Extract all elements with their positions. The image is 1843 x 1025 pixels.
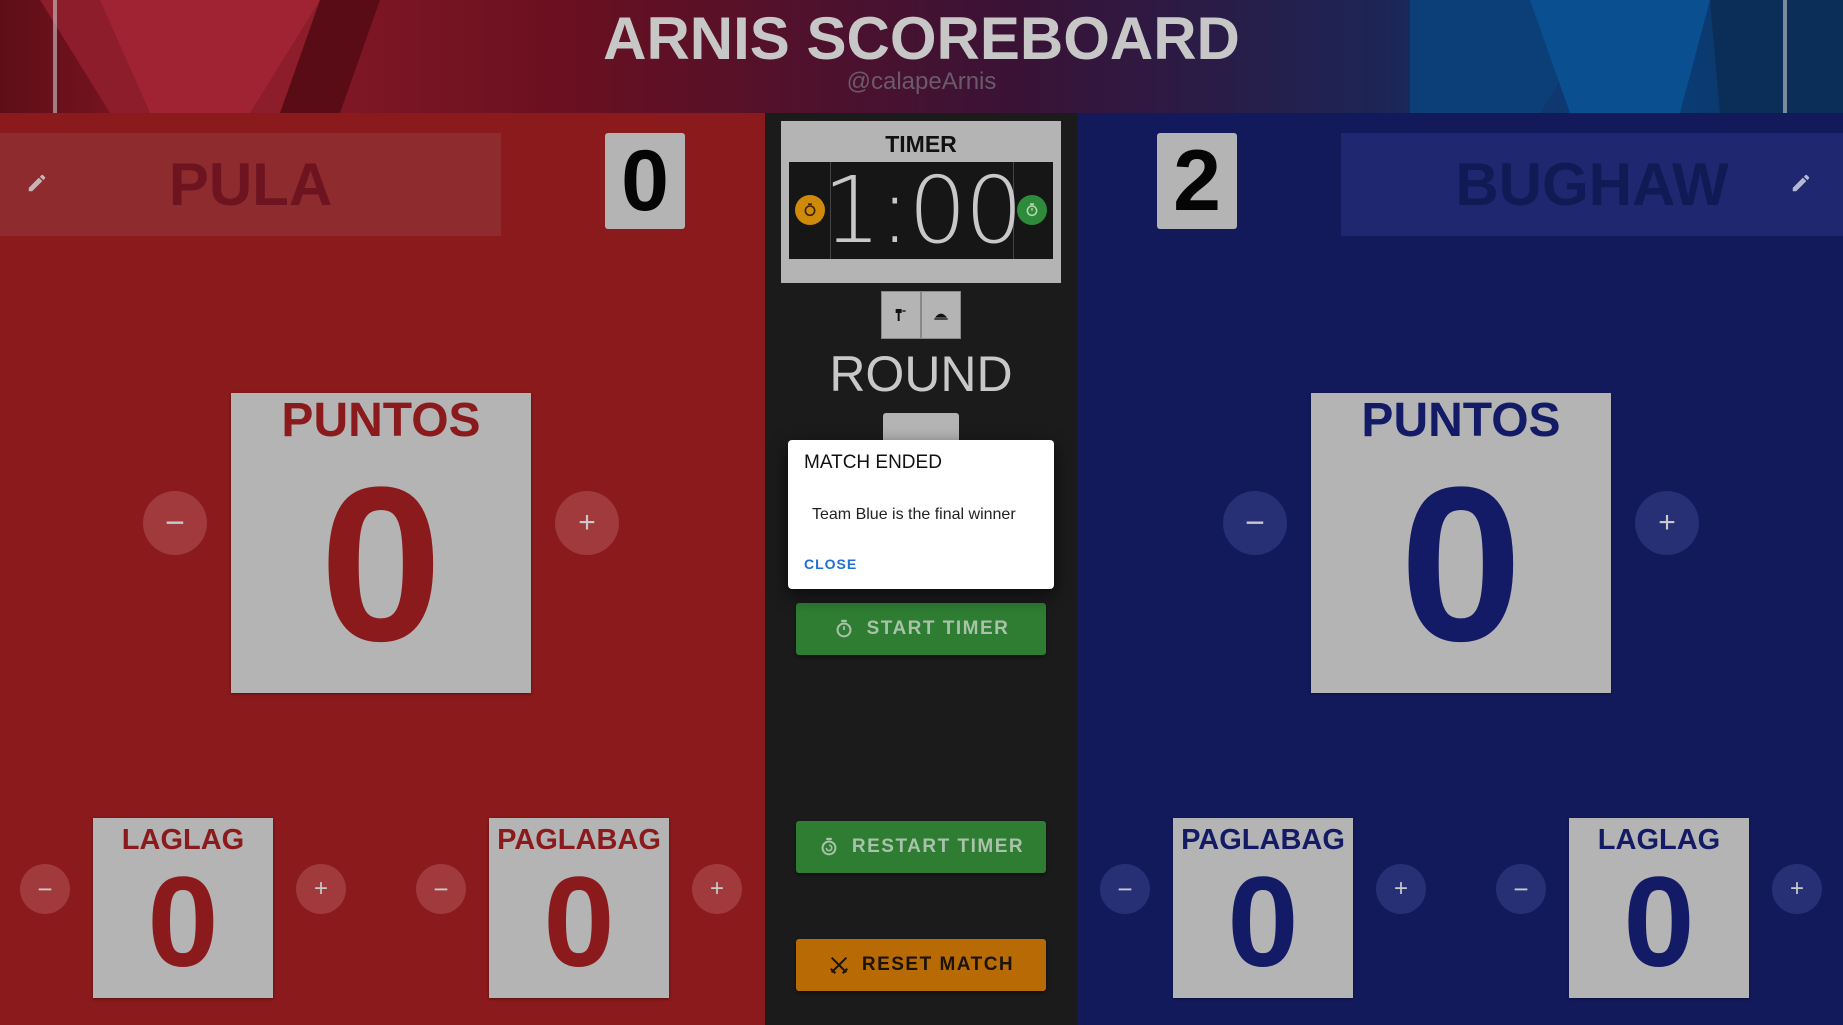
red-paglabag-minus-button[interactable]: − (416, 864, 466, 914)
blue-paglabag-card: PAGLABAG 0 (1173, 818, 1353, 998)
blue-round-wins: 2 (1157, 133, 1237, 229)
start-timer-button[interactable]: START TIMER (796, 603, 1046, 655)
timer-display: 1:00 (822, 157, 1024, 264)
red-puntos-value: 0 (319, 441, 443, 687)
red-paglabag-card: PAGLABAG 0 (489, 818, 669, 998)
edit-red-team-button[interactable] (17, 163, 57, 203)
dialog-close-button[interactable]: CLOSE (804, 556, 857, 572)
timer-screen: 1:00 (789, 157, 1053, 264)
reset-match-label: RESET MATCH (861, 954, 1015, 975)
blue-puntos-minus-button[interactable]: − (1223, 491, 1287, 555)
timer-restart-icon (821, 837, 837, 856)
red-puntos-card: PUNTOS 0 (231, 393, 531, 693)
blue-laglag-minus-button[interactable]: − (1496, 864, 1546, 914)
blue-paglabag-minus-button[interactable]: − (1100, 864, 1150, 914)
red-team-name-box: PULA (0, 133, 501, 236)
red-paglabag-plus-button[interactable]: + (692, 864, 742, 914)
dialog-title: MATCH ENDED (804, 452, 942, 473)
red-laglag-card: LAGLAG 0 (93, 818, 273, 998)
blue-team-name: BUGHAW (1455, 151, 1729, 218)
red-round-wins: 0 (605, 133, 685, 229)
round-number-card (883, 413, 959, 443)
stopwatch-icon (836, 619, 852, 638)
bell-icon (934, 313, 948, 320)
red-paglabag-value: 0 (543, 851, 615, 994)
match-ended-dialog: MATCH ENDED Team Blue is the final winne… (788, 440, 1054, 589)
blue-puntos-plus-button[interactable]: + (1635, 491, 1699, 555)
edit-blue-team-button[interactable] (1781, 163, 1821, 203)
app-title: ARNIS SCOREBOARD (603, 5, 1240, 72)
blue-puntos-label: PUNTOS (1361, 394, 1561, 447)
timer-label: TIMER (885, 131, 957, 157)
pencil-icon (28, 174, 46, 192)
start-timer-mini-button[interactable] (1017, 195, 1047, 225)
header: ARNIS SCOREBOARD @calapeArnis (0, 0, 1843, 113)
blue-laglag-card: LAGLAG 0 (1569, 818, 1749, 998)
crossed-swords-icon (829, 956, 848, 974)
pause-timer-button[interactable] (795, 195, 825, 225)
gavel-button[interactable] (881, 291, 921, 339)
blue-paglabag-plus-button[interactable]: + (1376, 864, 1426, 914)
red-laglag-value: 0 (147, 851, 219, 994)
red-laglag-minus-button[interactable]: − (20, 864, 70, 914)
timer-box: TIMER 1:00 (781, 121, 1061, 283)
restart-timer-button[interactable]: RESTART TIMER (796, 821, 1046, 873)
gavel-icon (895, 309, 906, 321)
dialog-message: Team Blue is the final winner (812, 506, 1016, 523)
blue-team-panel: 2 BUGHAW − PUNTOS 0 + − PAGLABAG 0 + − L… (1077, 113, 1843, 1025)
small-button-group (881, 291, 961, 339)
red-puntos-label: PUNTOS (281, 394, 481, 447)
red-laglag-plus-button[interactable]: + (296, 864, 346, 914)
round-label: ROUND (829, 346, 1013, 402)
bell-button[interactable] (921, 291, 961, 339)
red-team-panel: PULA 0 − PUNTOS 0 + − LAGLAG 0 + − PAGLA… (0, 113, 765, 1025)
blue-puntos-value: 0 (1399, 441, 1523, 687)
red-puntos-plus-button[interactable]: + (555, 491, 619, 555)
start-timer-label: START TIMER (866, 618, 1010, 639)
stopwatch-icon (1026, 203, 1038, 217)
app-handle: @calapeArnis (846, 68, 997, 95)
reset-match-button[interactable]: RESET MATCH (796, 939, 1046, 991)
pencil-icon (1792, 174, 1810, 192)
red-team-name: PULA (168, 151, 333, 218)
timer-pause-icon (804, 203, 816, 217)
restart-timer-label: RESTART TIMER (851, 836, 1025, 857)
red-puntos-minus-button[interactable]: − (143, 491, 207, 555)
blue-laglag-plus-button[interactable]: + (1772, 864, 1822, 914)
blue-team-name-box: BUGHAW (1341, 133, 1843, 236)
blue-paglabag-value: 0 (1227, 851, 1299, 994)
blue-laglag-value: 0 (1623, 851, 1695, 994)
blue-puntos-card: PUNTOS 0 (1311, 393, 1611, 693)
